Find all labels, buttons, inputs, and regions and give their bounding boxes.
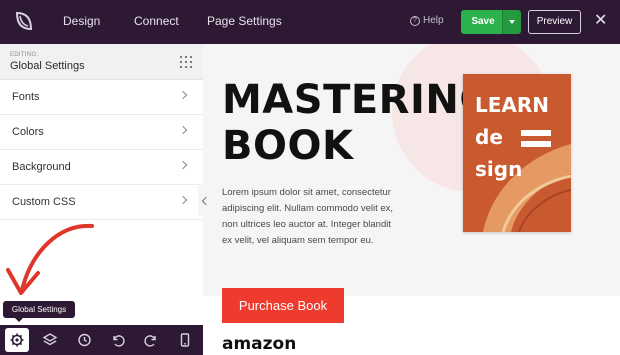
save-dropdown-button[interactable] [502,10,521,34]
undo-icon[interactable] [109,331,127,349]
amazon-logo: amazon [222,334,297,354]
layers-icon[interactable] [41,331,59,349]
book-cover-bars [521,130,551,152]
bottom-toolbar [0,325,203,355]
preview-button[interactable]: Preview [528,10,581,34]
page-canvas: MASTERING BOOK Lorem ipsum dolor sit ame… [203,44,620,355]
help-circle-icon: ? [410,15,420,26]
redo-icon[interactable] [142,331,160,349]
book-cover-text-1: LEARN [475,93,550,117]
tab-page-settings[interactable]: Page Settings [207,14,282,28]
save-button[interactable]: Save [461,10,505,34]
book-cover-image[interactable]: LEARN de sign [463,74,571,232]
book-cover-text-3: sign [475,157,523,181]
purchase-book-button[interactable]: Purchase Book [222,288,344,323]
history-icon[interactable] [75,331,93,349]
close-icon[interactable]: ✕ [594,12,607,30]
help-link[interactable]: ? Help [410,15,444,26]
gear-icon[interactable] [8,331,26,349]
global-settings-tooltip: Global Settings [3,301,75,322]
headline-line-2: BOOK [222,123,354,169]
body-paragraph[interactable]: Lorem ipsum dolor sit amet, consectetur … [222,185,402,249]
help-label: Help [423,15,444,26]
headline-line-1: MASTERING [222,77,493,123]
mobile-preview-icon[interactable] [176,331,194,349]
page-headline[interactable]: MASTERING BOOK [222,77,493,169]
book-cover-text-2: de [475,125,503,149]
